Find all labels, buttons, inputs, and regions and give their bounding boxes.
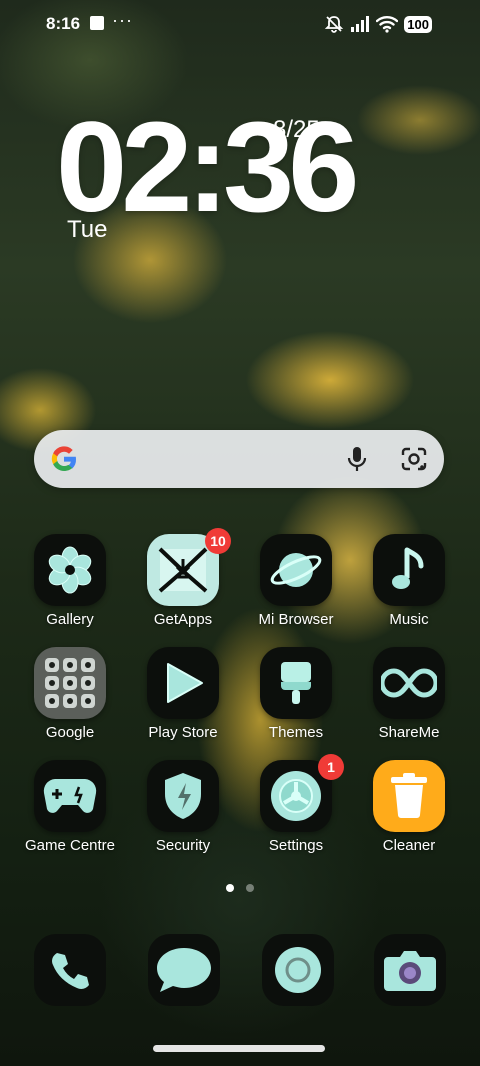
notification-badge: 10 <box>205 528 231 554</box>
app-label: Gallery <box>46 611 94 628</box>
google-logo-icon <box>51 446 77 471</box>
app-settings[interactable]: 1 Settings <box>246 754 346 865</box>
dock-browser[interactable] <box>262 934 334 1006</box>
game-centre-icon <box>34 760 106 832</box>
app-label: Game Centre <box>24 837 116 854</box>
app-getapps[interactable]: 10 GetApps <box>133 528 233 639</box>
app-mi-browser[interactable]: Mi Browser <box>246 534 346 639</box>
app-play-store[interactable]: Play Store <box>133 647 233 752</box>
page-dot <box>246 884 254 892</box>
app-shareme[interactable]: ShareMe <box>359 647 459 752</box>
app-game-centre[interactable]: Game Centre <box>20 760 120 865</box>
play-store-icon <box>147 647 219 719</box>
app-cleaner[interactable]: Cleaner <box>359 760 459 865</box>
status-icons: 100 <box>324 13 432 35</box>
app-label: Music <box>389 611 429 628</box>
notification-badge: 1 <box>318 754 344 780</box>
notification-icon <box>90 16 104 30</box>
app-label: Security <box>155 837 211 854</box>
wifi-icon <box>376 16 399 33</box>
google-folder-icon <box>34 647 106 719</box>
app-label: Themes <box>268 724 324 741</box>
app-security[interactable]: Security <box>133 760 233 865</box>
shareme-icon <box>373 647 445 719</box>
phone-icon <box>52 953 89 989</box>
status-time: 8:16 <box>46 14 81 33</box>
app-label: ShareMe <box>378 724 440 741</box>
messages-icon <box>157 948 211 992</box>
more-notifications-icon: ··· <box>112 10 133 30</box>
page-indicator[interactable] <box>226 884 256 894</box>
signal-icon <box>351 16 370 32</box>
dock-phone[interactable] <box>34 934 106 1006</box>
dock-camera[interactable] <box>374 934 446 1006</box>
cleaner-icon <box>373 760 445 832</box>
app-label: GetApps <box>153 611 213 628</box>
app-music[interactable]: Music <box>359 534 459 639</box>
browser-circle-icon <box>275 947 321 993</box>
security-icon <box>147 760 219 832</box>
silent-bell-icon <box>325 16 344 33</box>
camera-icon <box>384 951 436 991</box>
app-gallery[interactable]: Gallery <box>20 534 120 639</box>
app-label: Mi Browser <box>258 611 334 628</box>
app-themes[interactable]: Themes <box>246 647 346 752</box>
music-icon <box>373 534 445 606</box>
home-indicator[interactable] <box>153 1045 325 1052</box>
gallery-icon <box>34 534 106 606</box>
app-google-folder[interactable]: Google <box>20 647 120 752</box>
clock-date: 8/25 <box>273 116 320 143</box>
microphone-icon[interactable] <box>344 445 370 473</box>
clock-day: Tue <box>67 216 108 243</box>
google-lens-icon[interactable] <box>400 446 428 472</box>
clock-widget[interactable]: 02:36 8/25 Tue <box>56 104 426 274</box>
app-label: Play Store <box>148 724 218 741</box>
dock-messages[interactable] <box>148 934 220 1006</box>
app-label: Settings <box>268 837 324 854</box>
status-bar: 8:16 ··· 100 <box>0 0 480 48</box>
battery-indicator: 100 <box>404 15 432 33</box>
page-dot-active <box>226 884 234 892</box>
app-label: Google <box>45 724 95 741</box>
browser-icon <box>260 534 332 606</box>
app-label: Cleaner <box>382 837 436 854</box>
google-search-bar[interactable] <box>34 430 444 488</box>
themes-icon <box>260 647 332 719</box>
